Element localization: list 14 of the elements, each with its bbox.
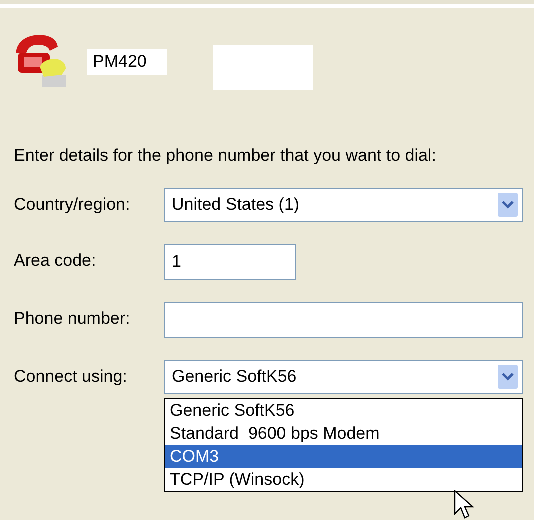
dropdown-option[interactable]: TCP/IP (Winsock) <box>165 468 522 491</box>
dropdown-option[interactable]: COM3 <box>165 445 522 468</box>
connection-name: PM420 <box>87 48 167 74</box>
field-label: Phone number: <box>13 308 132 330</box>
dropdown-field[interactable]: Generic SoftK56 <box>164 360 523 394</box>
field-label: Connect using: <box>13 366 128 388</box>
instruction-text: Enter details for the phone number that you want to dial: <box>14 146 438 166</box>
input-field[interactable]: 1 <box>164 244 296 280</box>
dropdown-option[interactable]: Generic SoftK56 <box>165 399 522 422</box>
input-field[interactable] <box>164 302 523 338</box>
field-label: Country/region: <box>13 194 132 216</box>
dropdown-option[interactable]: Standard 9600 bps Modem <box>165 422 522 445</box>
dropdown-field[interactable]: United States (1) <box>164 188 523 222</box>
field-label: Area code: <box>13 250 98 272</box>
